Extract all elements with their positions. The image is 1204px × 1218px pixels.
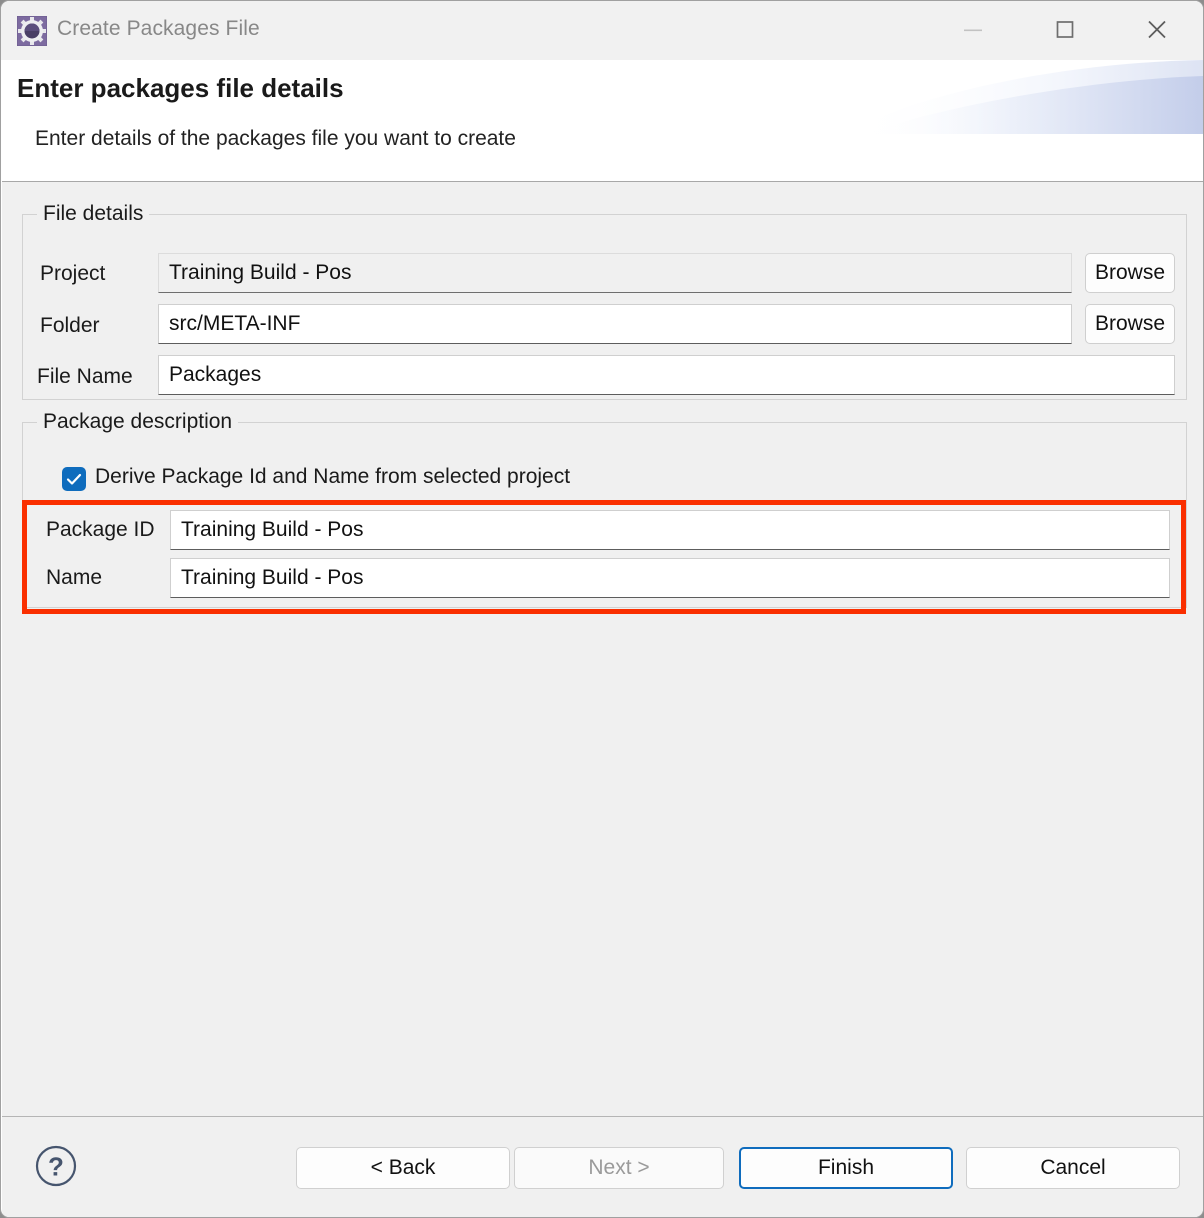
dialog-footer: ? < Back Next > Finish Cancel <box>2 1117 1203 1217</box>
page-subtitle: Enter details of the packages file you w… <box>35 127 516 150</box>
back-button[interactable]: < Back <box>296 1147 510 1189</box>
close-icon <box>1143 15 1171 46</box>
derive-package-checkbox[interactable] <box>62 467 86 491</box>
project-label: Project <box>40 262 106 285</box>
file-details-legend: File details <box>37 202 150 226</box>
minimize-button[interactable] <box>927 1 1019 60</box>
package-gear-icon <box>16 15 48 47</box>
header-swoosh-decoration <box>774 60 1203 181</box>
package-description-legend: Package description <box>37 410 239 434</box>
title-bar: Create Packages File <box>1 1 1203 60</box>
page-title: Enter packages file details <box>17 73 344 103</box>
wizard-header: Enter packages file details Enter detail… <box>2 60 1203 181</box>
window-title: Create Packages File <box>57 17 260 40</box>
svg-text:?: ? <box>48 1152 64 1182</box>
minimize-icon <box>962 23 984 38</box>
folder-field[interactable]: src/META-INF <box>158 304 1072 344</box>
file-name-label: File Name <box>37 365 133 388</box>
maximize-icon <box>1053 17 1077 44</box>
project-field[interactable]: Training Build - Pos <box>158 253 1072 293</box>
folder-browse-button[interactable]: Browse <box>1085 304 1175 344</box>
help-question-icon[interactable]: ? <box>35 1145 77 1187</box>
package-id-field[interactable]: Training Build - Pos <box>170 510 1170 550</box>
close-button[interactable] <box>1111 1 1203 60</box>
maximize-button[interactable] <box>1019 1 1111 60</box>
package-id-label: Package ID <box>46 518 155 541</box>
folder-label: Folder <box>40 314 100 337</box>
file-name-field[interactable]: Packages <box>158 355 1175 395</box>
dialog-body: File details Project Training Build - Po… <box>2 182 1203 1116</box>
finish-button[interactable]: Finish <box>739 1147 953 1189</box>
derive-package-checkbox-label[interactable]: Derive Package Id and Name from selected… <box>95 465 570 489</box>
next-button[interactable]: Next > <box>514 1147 724 1189</box>
dialog-window: Create Packages File Enter packages file… <box>0 0 1204 1218</box>
cancel-button[interactable]: Cancel <box>966 1147 1180 1189</box>
name-field[interactable]: Training Build - Pos <box>170 558 1170 598</box>
project-browse-button[interactable]: Browse <box>1085 253 1175 293</box>
name-label: Name <box>46 566 103 589</box>
